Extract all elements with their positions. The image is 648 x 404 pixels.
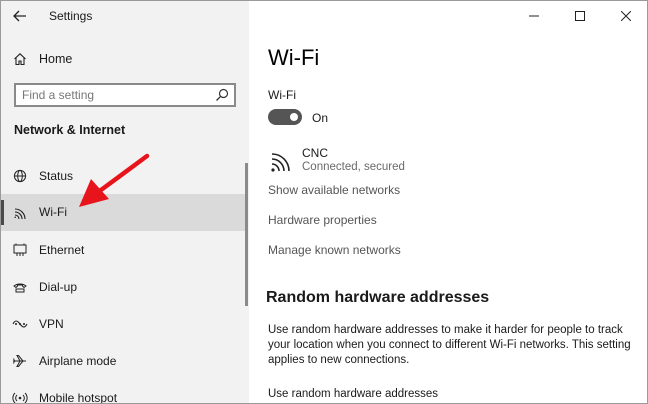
toggle-state-label: On xyxy=(312,111,329,125)
sidebar-item-label: Ethernet xyxy=(39,243,85,257)
sidebar-item-label: Dial-up xyxy=(39,280,78,294)
sidebar-item-label: Airplane mode xyxy=(39,354,117,368)
sidebar-item-label: Mobile hotspot xyxy=(39,391,118,404)
home-icon xyxy=(14,53,26,66)
window-controls xyxy=(511,1,647,31)
manage-known-networks-link[interactable]: Manage known networks xyxy=(268,243,401,257)
settings-window: Settings Home Network & Internet Status xyxy=(0,0,648,404)
minimize-button[interactable] xyxy=(511,1,557,31)
vpn-icon xyxy=(12,320,28,328)
title-bar: Settings xyxy=(1,1,249,31)
close-icon xyxy=(621,11,631,21)
search-box[interactable] xyxy=(14,83,236,107)
network-name: CNC xyxy=(302,146,328,160)
home-nav-item[interactable]: Home xyxy=(1,45,249,73)
selection-indicator xyxy=(1,200,4,225)
sidebar-item-ethernet[interactable]: Ethernet xyxy=(1,232,245,269)
show-available-networks-link[interactable]: Show available networks xyxy=(268,183,400,197)
close-button[interactable] xyxy=(603,1,647,31)
ethernet-icon xyxy=(13,243,27,256)
sidebar-scrollbar[interactable] xyxy=(245,163,248,306)
back-button[interactable] xyxy=(7,5,33,27)
section-title: Network & Internet xyxy=(14,123,126,137)
random-hw-heading: Random hardware addresses xyxy=(266,289,490,306)
sidebar-item-vpn[interactable]: VPN xyxy=(1,306,245,343)
back-arrow-icon xyxy=(13,10,26,22)
sidebar-item-dial-up[interactable]: Dial-up xyxy=(1,269,245,306)
wifi-toggle-label: Wi-Fi xyxy=(268,88,296,102)
wifi-signal-icon xyxy=(271,153,290,172)
sidebar-item-mobile-hotspot[interactable]: Mobile hotspot xyxy=(1,380,245,404)
random-hw-setting-label: Use random hardware addresses xyxy=(268,388,439,400)
minimize-icon xyxy=(529,15,539,17)
search-icon[interactable] xyxy=(215,88,229,102)
app-title: Settings xyxy=(49,9,93,23)
connected-network[interactable]: CNC Connected, secured xyxy=(268,145,568,177)
main-pane: Wi-Fi Wi-Fi On CNC Connected, secured Sh… xyxy=(249,1,647,403)
toggle-knob xyxy=(290,113,298,121)
maximize-button[interactable] xyxy=(557,1,603,31)
network-status: Connected, secured xyxy=(302,161,405,173)
page-title: Wi-Fi xyxy=(268,45,320,70)
search-input[interactable] xyxy=(22,87,207,103)
maximize-icon xyxy=(575,11,585,21)
dial-up-icon xyxy=(13,283,27,293)
airplane-icon xyxy=(13,355,26,367)
wifi-toggle[interactable] xyxy=(268,109,302,125)
hardware-properties-link[interactable]: Hardware properties xyxy=(268,213,377,227)
hotspot-icon xyxy=(12,392,28,403)
home-label: Home xyxy=(39,52,73,66)
random-hw-description: Use random hardware addresses to make it… xyxy=(268,324,631,366)
sidebar-item-airplane-mode[interactable]: Airplane mode xyxy=(1,343,245,380)
globe-icon xyxy=(13,169,27,183)
annotation-arrow xyxy=(79,153,150,207)
wifi-icon xyxy=(14,208,26,219)
sidebar-item-label: VPN xyxy=(39,317,64,331)
